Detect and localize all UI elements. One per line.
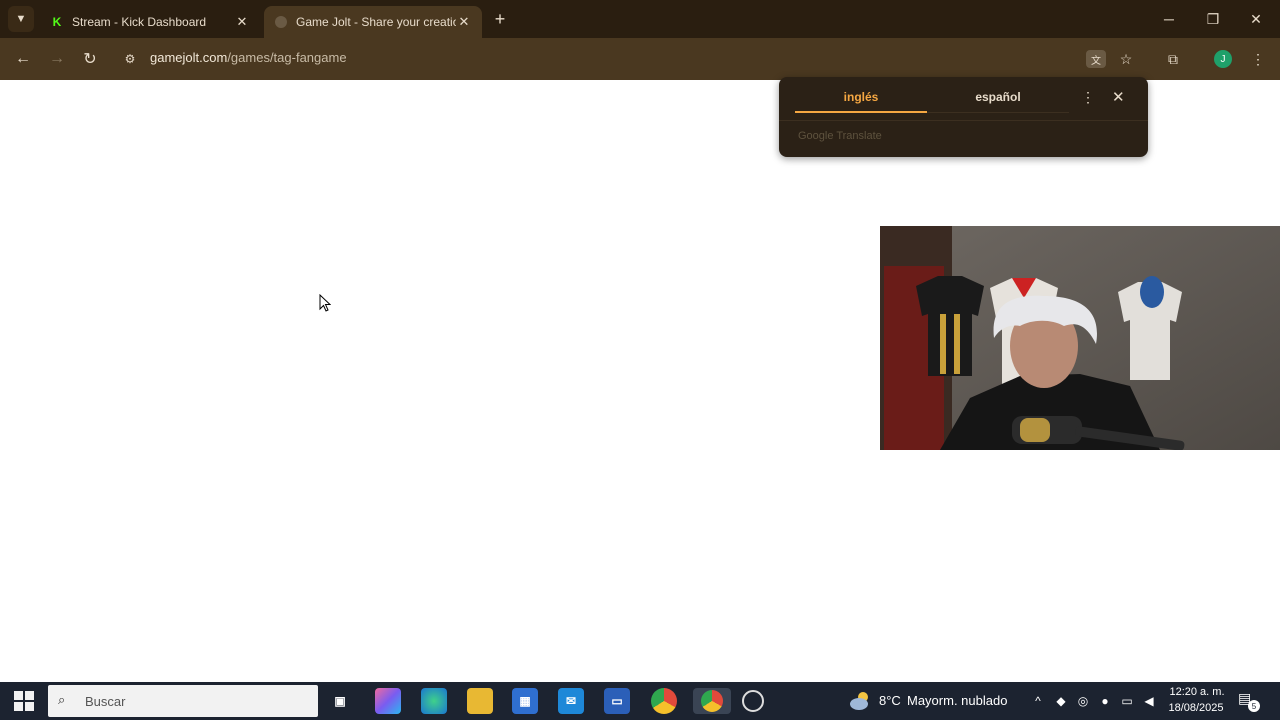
clock-date[interactable]: 18/08/2025 bbox=[1165, 702, 1227, 714]
mouse-cursor-icon bbox=[319, 294, 331, 312]
translate-options-icon[interactable]: ⋮ bbox=[1081, 89, 1095, 106]
restore-button[interactable]: ❐ bbox=[1198, 6, 1228, 32]
close-tab-icon[interactable]: ✕ bbox=[456, 14, 472, 30]
reload-button[interactable]: ↻ bbox=[78, 47, 102, 71]
search-placeholder: Buscar bbox=[85, 694, 126, 709]
site-info-icon[interactable]: ⚙ bbox=[120, 48, 140, 70]
webcam-overlay bbox=[880, 226, 1280, 450]
microphone-icon[interactable]: ● bbox=[1097, 692, 1113, 710]
active-tab-indicator bbox=[795, 111, 927, 113]
tab-title: Stream - Kick Dashboard bbox=[72, 15, 207, 29]
obs-icon[interactable] bbox=[742, 690, 764, 712]
app-window-icon[interactable]: ▭ bbox=[604, 688, 630, 714]
task-view-icon[interactable]: ▣ bbox=[327, 688, 353, 714]
bookmark-star-icon[interactable]: ☆ bbox=[1114, 47, 1138, 71]
close-window-button[interactable]: ✕ bbox=[1241, 6, 1271, 32]
kick-logo-icon: K bbox=[52, 15, 62, 29]
taskbar: ⌕ Buscar ▣ ▦ ✉ ▭ 8°C Mayorm. nublado ^ ◆… bbox=[0, 682, 1280, 720]
file-explorer-icon[interactable] bbox=[467, 688, 493, 714]
chrome-active-icon[interactable] bbox=[693, 688, 731, 714]
app-tray-icon[interactable]: ◆ bbox=[1053, 692, 1069, 710]
weather-temperature[interactable]: 8°C bbox=[879, 693, 901, 708]
screen: ▼ K Stream - Kick Dashboard ✕ Game Jolt … bbox=[0, 0, 1280, 720]
source-language-tab[interactable]: inglés bbox=[795, 90, 927, 104]
browser-toolbar: ← → ↻ ⚙ gamejolt.com/games/tag-fangame 文… bbox=[0, 38, 1280, 80]
edge-icon[interactable] bbox=[421, 688, 447, 714]
clock-time[interactable]: 12:20 a. m. bbox=[1168, 686, 1226, 698]
search-icon: ⌕ bbox=[58, 692, 66, 707]
webcam-feed bbox=[880, 226, 1280, 450]
mail-icon[interactable]: ✉ bbox=[558, 688, 584, 714]
translate-icon[interactable]: 文 bbox=[1086, 50, 1106, 68]
close-popup-icon[interactable]: ✕ bbox=[1112, 88, 1125, 106]
close-tab-icon[interactable]: ✕ bbox=[234, 14, 250, 30]
tab-title: Game Jolt - Share your creations bbox=[296, 15, 456, 29]
tab-search-button[interactable]: ▼ bbox=[8, 6, 34, 32]
new-tab-button[interactable]: + bbox=[490, 8, 510, 30]
translate-footer: Google Translate bbox=[798, 130, 882, 142]
chrome-icon[interactable] bbox=[651, 688, 677, 714]
cloudy-weather-icon bbox=[850, 692, 868, 710]
tab-game-jolt[interactable]: Game Jolt - Share your creations ✕ bbox=[264, 6, 482, 38]
microsoft-store-icon[interactable]: ▦ bbox=[512, 688, 538, 714]
notification-count: 5 bbox=[1248, 700, 1260, 712]
network-icon[interactable]: ▭ bbox=[1119, 692, 1135, 710]
camera-tray-icon[interactable]: ◎ bbox=[1075, 692, 1091, 710]
minimize-button[interactable]: ─ bbox=[1154, 6, 1184, 32]
extensions-icon[interactable]: ⧉ bbox=[1161, 47, 1185, 71]
address-bar[interactable]: gamejolt.com/games/tag-fangame bbox=[150, 50, 347, 65]
profile-avatar[interactable]: J bbox=[1214, 50, 1232, 68]
volume-icon[interactable]: ◀ bbox=[1141, 692, 1157, 710]
gamejolt-favicon-icon bbox=[274, 15, 288, 29]
taskbar-search[interactable]: ⌕ Buscar bbox=[48, 685, 318, 717]
tab-baseline bbox=[927, 112, 1069, 113]
windows-start-icon[interactable] bbox=[14, 691, 34, 711]
back-button[interactable]: ← bbox=[11, 47, 35, 71]
more-menu-icon[interactable]: ⋮ bbox=[1246, 47, 1270, 71]
forward-button[interactable]: → bbox=[45, 47, 69, 71]
popup-divider bbox=[779, 120, 1148, 121]
copilot-icon[interactable] bbox=[375, 688, 401, 714]
target-language-tab[interactable]: español bbox=[929, 90, 1067, 104]
tab-strip: ▼ K Stream - Kick Dashboard ✕ Game Jolt … bbox=[0, 0, 1280, 38]
chevron-up-icon[interactable]: ^ bbox=[1030, 692, 1046, 710]
url-host: gamejolt.com bbox=[150, 50, 228, 65]
weather-description[interactable]: Mayorm. nublado bbox=[907, 693, 1007, 708]
url-path: /games/tag-fangame bbox=[227, 50, 347, 65]
translate-popup: inglés español ⋮ ✕ Google Translate bbox=[779, 77, 1148, 157]
tab-kick-dashboard[interactable]: K Stream - Kick Dashboard ✕ bbox=[40, 6, 260, 38]
